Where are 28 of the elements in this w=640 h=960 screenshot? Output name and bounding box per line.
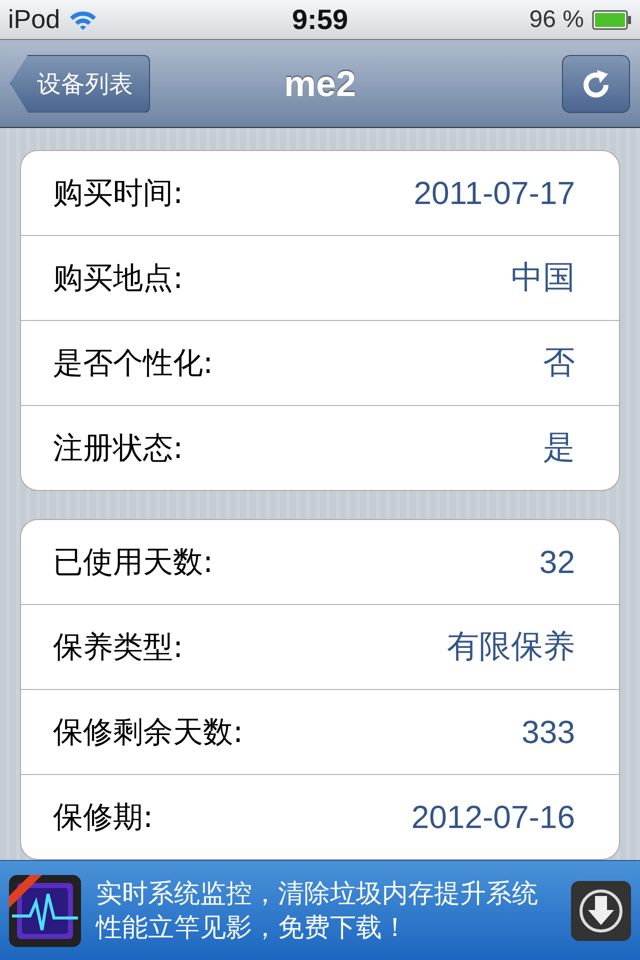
row-label: 注册状态: bbox=[53, 430, 184, 468]
row-value: 2012-07-16 bbox=[411, 798, 575, 836]
download-icon bbox=[570, 880, 632, 942]
row-value: 是 bbox=[543, 428, 575, 467]
battery-percent: 96 % bbox=[529, 6, 584, 34]
wifi-icon bbox=[68, 8, 98, 30]
row-label: 是否个性化: bbox=[53, 344, 214, 382]
row-label: 保修期: bbox=[53, 798, 154, 836]
row-value: 否 bbox=[543, 343, 575, 382]
row-label: 已使用天数: bbox=[53, 544, 214, 582]
screen-title: me2 bbox=[284, 62, 356, 104]
carrier-name: iPod bbox=[8, 4, 60, 35]
app-icon bbox=[8, 874, 82, 948]
row-value: 333 bbox=[522, 714, 575, 750]
row-label: 购买地点: bbox=[53, 260, 184, 298]
row-label: 保养类型: bbox=[53, 628, 184, 666]
ad-banner[interactable]: 实时系统监控，清除垃圾内存提升系统性能立竿见影，免费下载！ bbox=[0, 860, 640, 960]
row-value: 2011-07-17 bbox=[414, 174, 575, 212]
row-value: 有限保养 bbox=[447, 627, 575, 666]
ad-text: 实时系统监控，清除垃圾内存提升系统性能立竿见影，免费下载！ bbox=[96, 878, 539, 944]
refresh-button[interactable] bbox=[562, 54, 630, 112]
battery-icon bbox=[592, 10, 632, 30]
back-button[interactable]: 设备列表 bbox=[10, 54, 150, 112]
row-value: 中国 bbox=[511, 258, 575, 297]
row-value: 32 bbox=[539, 544, 575, 580]
row-label: 购买时间: bbox=[53, 174, 184, 212]
clock-time: 9:59 bbox=[292, 4, 348, 36]
row-label: 保修剩余天数: bbox=[53, 714, 244, 752]
